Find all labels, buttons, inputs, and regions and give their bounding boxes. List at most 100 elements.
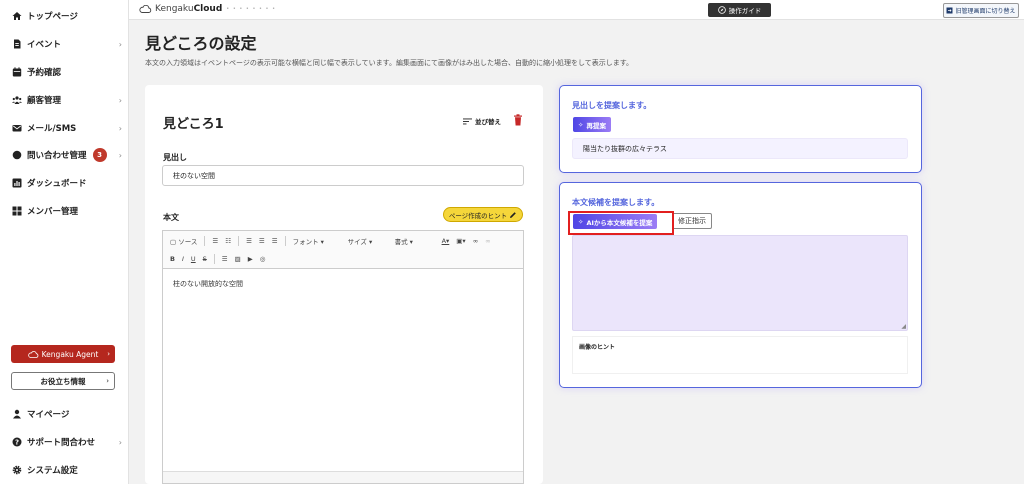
svg-text:?: ? (15, 439, 19, 447)
align-right-icon[interactable]: ☰ (272, 237, 278, 245)
rich-text-editor[interactable]: ▢ ソース ☰ ☷ ☰ ☰ ☰ フォント ▾ サイズ ▾ 書式 ▾ A▾ ▣▾ … (162, 230, 524, 484)
trash-icon[interactable] (513, 114, 523, 126)
source-icon: ▢ (170, 237, 177, 246)
sidebar-item-support[interactable]: ? サポート問合わせ › (12, 432, 122, 452)
bullet-list-icon[interactable]: ☷ (225, 237, 231, 245)
sidebar-item-label: イベント (27, 40, 62, 50)
editor-toolbar-row-2: B I U S ☰ ▨ ▶ ◎ (163, 250, 523, 269)
highlight-card: 見どころ1 並び替え 見出し 柱のない空間 本文 ページ作成のヒント ▢ ソース… (145, 85, 543, 484)
chat-icon (12, 150, 22, 160)
heading-label: 見出し (163, 153, 187, 162)
sidebar-item-label: ダッシュボード (27, 179, 87, 189)
sidebar-item-dashboard[interactable]: ダッシュボード (12, 173, 122, 193)
sidebar-item-label: メール/SMS (27, 124, 77, 134)
page-description: 本文の入力領域はイベントページの表示可能な横幅と同じ幅で表示しています。編集画面… (145, 59, 634, 67)
resuggest-label: 再提案 (586, 121, 606, 130)
operation-guide-button[interactable]: 操作ガイド (708, 3, 771, 17)
mail-icon (12, 125, 22, 132)
logo-text-prefix: Kengaku (155, 4, 194, 14)
heading-suggestion-title: 見出しを提案します。 (572, 101, 652, 110)
unlink-icon[interactable]: ∞ (485, 237, 490, 245)
suggested-heading-text: 陽当たり抜群の広々テラス (583, 144, 667, 153)
resuggest-button[interactable]: ✧ 再提案 (573, 117, 611, 132)
document-icon (14, 39, 21, 49)
switch-label: 旧管理画面に切り替え (955, 8, 1016, 15)
notification-badge: 3 (92, 148, 107, 162)
cloud-icon (139, 5, 152, 13)
calendar-icon (12, 67, 22, 77)
grid-icon (12, 206, 22, 216)
size-select[interactable]: サイズ ▾ (348, 236, 388, 246)
sidebar-item-inquiry[interactable]: 問い合わせ管理 3 › (12, 145, 122, 165)
sidebar-item-customers[interactable]: 顧客管理 › (12, 90, 122, 110)
link-icon[interactable]: ∞ (473, 237, 478, 245)
editor-resize-bar[interactable] (163, 471, 523, 483)
image-hint-box: 画像のヒント (572, 336, 908, 374)
sidebar-item-label: マイページ (27, 410, 70, 420)
useful-info-button[interactable]: お役立ち情報 › (11, 372, 115, 390)
align-center-icon[interactable]: ☰ (259, 237, 265, 245)
sort-button[interactable]: 並び替え (463, 116, 501, 126)
guide-label: 操作ガイド (728, 7, 762, 15)
pencil-icon (510, 211, 516, 218)
italic-icon[interactable]: I (182, 255, 184, 263)
sidebar-item-mypage[interactable]: マイページ (12, 404, 122, 424)
heading-suggestion-panel: 見出しを提案します。 ✧ 再提案 陽当たり抜群の広々テラス (559, 85, 922, 173)
toolbar-divider (204, 235, 206, 246)
sidebar-item-top[interactable]: トップページ (12, 6, 122, 26)
page-creation-hint-button[interactable]: ページ作成のヒント (443, 207, 523, 222)
heading-value: 柱のない空間 (173, 171, 215, 180)
format-select[interactable]: 書式 ▾ (395, 236, 435, 246)
video-icon[interactable]: ▶ (248, 255, 253, 263)
sidebar-item-reservation[interactable]: 予約確認 (12, 62, 122, 82)
compass-icon (717, 6, 726, 14)
hint-label: ページ作成のヒント (448, 211, 508, 220)
numbered-list-icon[interactable]: ☰ (212, 237, 218, 245)
sidebar-item-mail[interactable]: メール/SMS › (12, 118, 122, 138)
sidebar-item-settings[interactable]: システム設定 (12, 460, 122, 480)
heading-input[interactable]: 柱のない空間 (162, 165, 524, 186)
source-button[interactable]: ▢ ソース (170, 236, 197, 246)
chevron-right-icon: › (118, 95, 122, 105)
sidebar-item-label: 顧客管理 (27, 96, 62, 106)
suggested-heading[interactable]: 陽当たり抜群の広々テラス (572, 138, 908, 159)
sidebar-item-label: システム設定 (27, 466, 78, 476)
kengaku-agent-button[interactable]: Kengaku Agent › (11, 345, 115, 363)
image-icon[interactable]: ▨ (235, 255, 241, 263)
font-select[interactable]: フォント ▾ (293, 236, 341, 246)
editor-toolbar-row-1: ▢ ソース ☰ ☷ ☰ ☰ ☰ フォント ▾ サイズ ▾ 書式 ▾ A▾ ▣▾ … (163, 231, 523, 250)
help-icon: ? (12, 437, 22, 447)
strikethrough-icon[interactable]: S (203, 255, 207, 263)
background-color-icon[interactable]: ▣▾ (456, 237, 465, 245)
resize-grip-icon[interactable]: ◢ (901, 323, 906, 330)
globe-icon[interactable]: ◎ (260, 255, 266, 263)
horizontal-rule-icon[interactable]: ☰ (222, 255, 228, 263)
logo-dots: • • • • • • • • (226, 6, 277, 12)
home-icon (12, 12, 22, 20)
chevron-down-icon: ▾ (320, 237, 324, 246)
sidebar-item-event[interactable]: イベント › (12, 34, 122, 54)
body-candidate-textarea[interactable]: ◢ (572, 235, 908, 331)
chevron-right-icon: › (106, 377, 109, 385)
toolbar-divider (238, 235, 240, 246)
cloud-icon (27, 350, 38, 358)
switch-old-admin-button[interactable]: 旧管理画面に切り替え (943, 3, 1019, 18)
bold-icon[interactable]: B (170, 255, 175, 263)
revision-instruction-label: 修正指示 (678, 217, 706, 225)
sidebar-item-label: サポート問合わせ (27, 438, 96, 448)
font-label: フォント (292, 237, 319, 246)
sort-label: 並び替え (475, 118, 501, 126)
text-color-icon[interactable]: A▾ (442, 237, 450, 245)
chevron-right-icon: › (118, 123, 122, 133)
align-left-icon[interactable]: ☰ (246, 237, 252, 245)
gear-icon (12, 465, 22, 475)
chevron-down-icon: ▾ (368, 237, 373, 246)
chevron-right-icon: › (107, 350, 110, 358)
toolbar-divider (213, 254, 215, 264)
sidebar-item-members[interactable]: メンバー管理 (12, 201, 122, 221)
underline-icon[interactable]: U (191, 255, 196, 263)
sidebar-item-label: 予約確認 (27, 68, 62, 78)
sidebar-item-label: 問い合わせ管理 (27, 151, 87, 161)
revision-instruction-button[interactable]: 修正指示 (672, 213, 712, 229)
chart-icon (12, 178, 22, 188)
